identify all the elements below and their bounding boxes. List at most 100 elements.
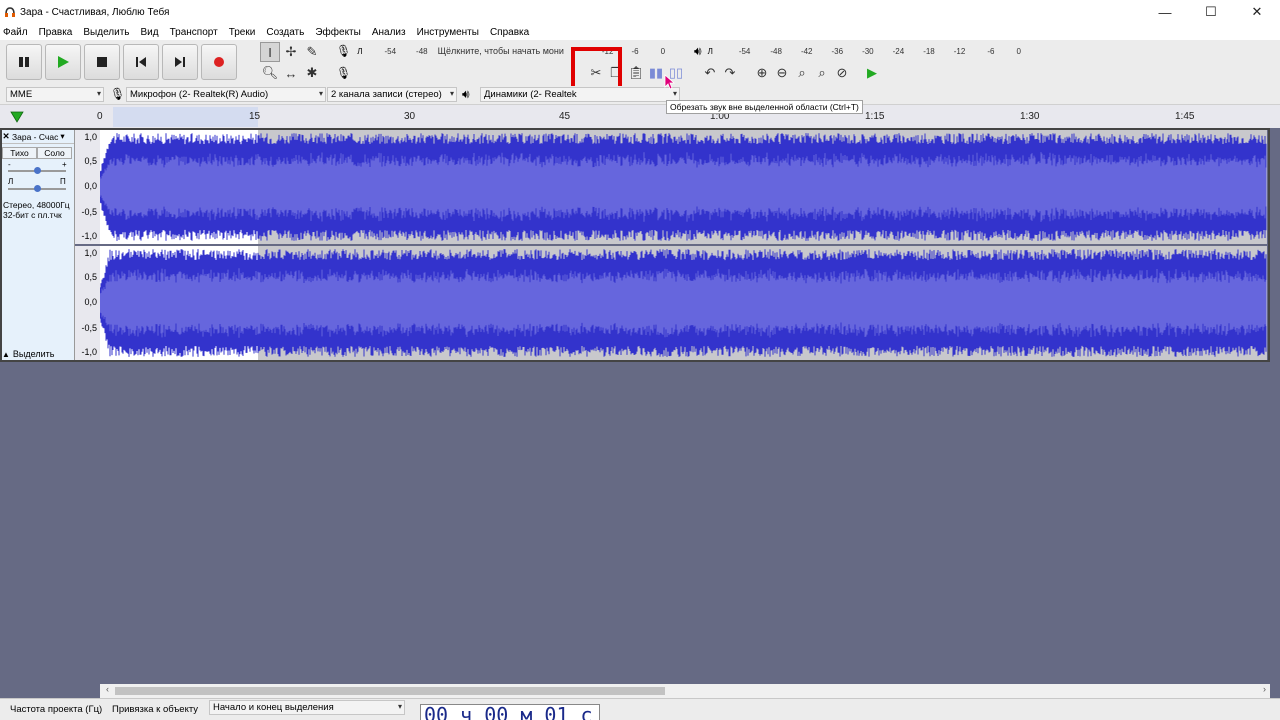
- playback-meter[interactable]: 🔊︎ Л -54 -48 -42 -36 -30 -24 -18 -12 -6 …: [694, 42, 1021, 60]
- chevron-down-icon: ▾: [318, 89, 323, 98]
- empty-track-area[interactable]: [0, 362, 1280, 684]
- speaker-icon: 🔊︎: [462, 87, 470, 101]
- pause-button[interactable]: [6, 44, 42, 80]
- stop-icon: [97, 57, 107, 67]
- audacity-logo-icon: [4, 6, 16, 18]
- zoom-in-button[interactable]: ⊕: [752, 64, 772, 82]
- right-channel-scale: 1,0 0,5 0,0 -0,5 -1,0: [75, 246, 100, 360]
- gain-slider[interactable]: [8, 167, 66, 174]
- timeshift-tool-icon[interactable]: ↔: [281, 63, 301, 83]
- undo-button[interactable]: ↶: [700, 64, 720, 82]
- play-icon: [58, 56, 69, 68]
- selection-mode-select[interactable]: Начало и конец выделения ▾: [209, 700, 405, 715]
- chevron-down-icon[interactable]: ▾: [60, 131, 64, 142]
- play-button[interactable]: [45, 44, 81, 80]
- menu-effects[interactable]: Эффекты: [315, 27, 360, 38]
- play-at-speed-button[interactable]: ▶: [862, 64, 882, 82]
- menu-file[interactable]: Файл: [3, 27, 28, 38]
- menu-transport[interactable]: Транспорт: [170, 27, 218, 38]
- paste-button[interactable]: 📋︎: [626, 64, 646, 82]
- waveform-left: [100, 130, 1267, 244]
- window-title: Зара - Счастливая, Люблю Тебя: [20, 6, 170, 18]
- track-bit-depth: 32-бит с пл.тчк: [3, 210, 62, 220]
- skip-start-button[interactable]: [123, 44, 159, 80]
- play-head-icon[interactable]: [10, 111, 24, 123]
- skip-end-icon: [175, 57, 185, 67]
- menu-generate[interactable]: Создать: [266, 27, 304, 38]
- zoom-out-button[interactable]: ⊖: [772, 64, 792, 82]
- paste-icon: 📋︎: [627, 65, 645, 80]
- track-format: Стерео, 48000Гц: [3, 200, 70, 210]
- zoom-toggle-button[interactable]: ⊘: [832, 64, 852, 82]
- zoom-toggle-icon: ⊘: [836, 65, 848, 80]
- chevron-down-icon: ▾: [449, 89, 454, 98]
- edit-toolbar: ✂ ❐ 📋︎ ▮▮ ▯▯ ↶ ↷ ⊕ ⊖ ⌕ ⌕ ⊘ ▶: [586, 64, 882, 82]
- device-toolbar: MME ▾ 🎙︎ Микрофон (2- Realtek(R) Audio) ▾ …: [0, 86, 1280, 104]
- ruler-label: 1:15: [865, 111, 885, 122]
- ruler-label: 45: [559, 111, 571, 122]
- pan-slider[interactable]: [8, 185, 66, 192]
- zoom-out-icon: ⊖: [776, 65, 788, 80]
- waveform-left-channel[interactable]: [100, 130, 1267, 244]
- record-icon: [214, 57, 224, 67]
- menu-tracks[interactable]: Треки: [229, 27, 256, 38]
- chevron-down-icon: ▾: [96, 89, 101, 98]
- fit-project-button[interactable]: ⌕: [812, 64, 832, 82]
- playback-device-select[interactable]: Динамики (2- Realtek ▾: [480, 87, 680, 102]
- select-track-button[interactable]: ▲ Выделить: [2, 349, 54, 359]
- left-channel-scale: 1,0 0,5 0,0 -0,5 -1,0: [75, 130, 100, 244]
- stop-button[interactable]: [84, 44, 120, 80]
- multi-tool-icon[interactable]: ✱: [302, 63, 322, 83]
- minimize-button[interactable]: —: [1142, 0, 1188, 24]
- fit-selection-button[interactable]: ⌕: [792, 64, 812, 82]
- ruler-label: 30: [404, 111, 416, 122]
- maximize-button[interactable]: ☐: [1188, 0, 1234, 24]
- trim-audio-button[interactable]: ▮▮: [646, 64, 666, 82]
- project-rate-label: Частота проекта (Гц): [10, 704, 103, 715]
- menu-analyze[interactable]: Анализ: [372, 27, 406, 38]
- selection-tool-icon[interactable]: I: [260, 42, 280, 62]
- ruler-selection: [113, 107, 258, 127]
- skip-end-button[interactable]: [162, 44, 198, 80]
- ruler-label: 1:45: [1175, 111, 1195, 122]
- menu-edit[interactable]: Правка: [39, 27, 73, 38]
- pause-icon: [19, 57, 29, 67]
- fit-selection-icon: ⌕: [798, 65, 806, 80]
- horizontal-scrollbar[interactable]: ‹ ›: [100, 684, 1270, 698]
- menu-bar: Файл Правка Выделить Вид Транспорт Треки…: [0, 24, 1280, 40]
- record-button[interactable]: [201, 44, 237, 80]
- play-at-speed-icon: ▶: [867, 65, 877, 80]
- scroll-left-icon[interactable]: ‹: [106, 684, 109, 694]
- menu-select[interactable]: Выделить: [83, 27, 129, 38]
- menu-view[interactable]: Вид: [141, 27, 159, 38]
- draw-tool-icon[interactable]: ✎: [302, 42, 322, 62]
- meter-hint: Щёлкните, чтобы начать мони: [437, 46, 564, 56]
- recording-channels-select[interactable]: 2 канала записи (стерео) ▾: [327, 87, 457, 102]
- scrollbar-thumb[interactable]: [115, 687, 665, 695]
- mute-button[interactable]: Тихо: [2, 147, 37, 159]
- skip-start-icon: [136, 57, 146, 67]
- tools-toolbar: I ✢ ✎ 🔍︎ ↔ ✱: [260, 42, 322, 83]
- waveform-right-channel[interactable]: [100, 246, 1267, 360]
- speaker-icon: 🔊︎: [694, 43, 702, 58]
- ruler-label: 15: [249, 111, 261, 122]
- ruler-label: 1:30: [1020, 111, 1040, 122]
- menu-help[interactable]: Справка: [490, 27, 529, 38]
- timeline-ruler[interactable]: 0 15 30 45 1:00 1:15 1:30 1:45: [0, 104, 1280, 128]
- close-track-icon[interactable]: ✕: [0, 131, 12, 142]
- selection-start-time[interactable]: 00 ч 00 м 01 с: [420, 704, 600, 720]
- ruler-label: 0: [97, 111, 103, 122]
- recording-device-select[interactable]: Микрофон (2- Realtek(R) Audio) ▾: [126, 87, 326, 102]
- zoom-tool-icon[interactable]: 🔍︎: [260, 63, 280, 83]
- waveform-right: [100, 246, 1267, 360]
- redo-button[interactable]: ↷: [720, 64, 740, 82]
- close-button[interactable]: ✕: [1234, 0, 1280, 24]
- trim-icon: ▮▮: [648, 65, 664, 80]
- audio-host-select[interactable]: MME ▾: [6, 87, 104, 102]
- track-name-menu[interactable]: Зара - Счас: [12, 132, 58, 142]
- envelope-tool-icon[interactable]: ✢: [281, 42, 301, 62]
- toolbar-area: I ✢ ✎ 🔍︎ ↔ ✱ 🎙︎ Л -54 -48 Щёлкните, чтоб…: [0, 40, 1280, 120]
- solo-button[interactable]: Соло: [37, 147, 72, 159]
- scroll-right-icon[interactable]: ›: [1263, 684, 1266, 694]
- menu-tools[interactable]: Инструменты: [417, 27, 479, 38]
